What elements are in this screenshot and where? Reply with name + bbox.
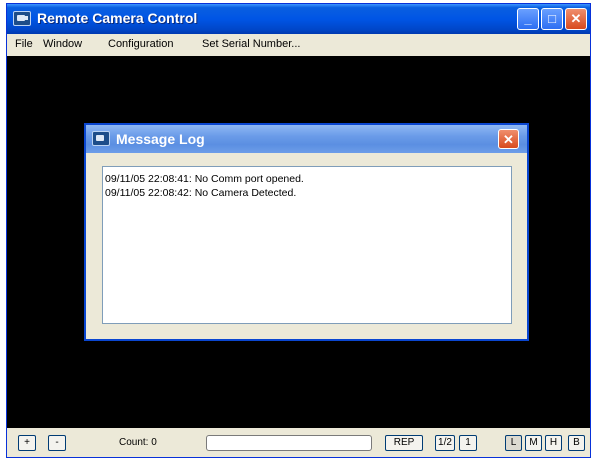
log-line: 09/11/05 22:08:41: No Comm port opened. bbox=[105, 173, 304, 185]
window-title: Remote Camera Control bbox=[37, 10, 198, 26]
close-button[interactable]: ✕ bbox=[565, 8, 587, 30]
menu-window[interactable]: Window bbox=[43, 38, 82, 50]
menu-configuration[interactable]: Configuration bbox=[108, 38, 173, 50]
b-button[interactable]: B bbox=[568, 435, 585, 451]
message-log-dialog: Message Log ✕ 09/11/05 22:08:41: No Comm… bbox=[84, 123, 529, 341]
main-window: Remote Camera Control _ □ ✕ File Window … bbox=[6, 3, 591, 458]
count-label: Count: 0 bbox=[119, 437, 157, 448]
app-camera-icon bbox=[13, 11, 31, 26]
dialog-title-bar[interactable]: Message Log ✕ bbox=[86, 125, 527, 153]
title-bar[interactable]: Remote Camera Control _ □ ✕ bbox=[7, 4, 590, 34]
status-bar: + - Count: 0 REP 1/2 1 L M H B bbox=[7, 428, 590, 457]
message-log-textarea[interactable]: 09/11/05 22:08:41: No Comm port opened. … bbox=[102, 166, 512, 324]
m-button[interactable]: M bbox=[525, 435, 542, 451]
half-button[interactable]: 1/2 bbox=[435, 435, 455, 451]
menu-set-serial-number[interactable]: Set Serial Number... bbox=[202, 38, 300, 50]
h-button[interactable]: H bbox=[545, 435, 562, 451]
log-line: 09/11/05 22:08:42: No Camera Detected. bbox=[105, 187, 297, 199]
menu-bar: File Window Configuration Set Serial Num… bbox=[7, 34, 590, 56]
progress-bar bbox=[206, 435, 372, 451]
l-button[interactable]: L bbox=[505, 435, 522, 451]
maximize-button[interactable]: □ bbox=[541, 8, 563, 30]
minus-button[interactable]: - bbox=[48, 435, 66, 451]
video-area: Message Log ✕ 09/11/05 22:08:41: No Comm… bbox=[7, 56, 590, 428]
dialog-camera-icon bbox=[92, 131, 110, 146]
dialog-title: Message Log bbox=[116, 131, 205, 147]
plus-button[interactable]: + bbox=[18, 435, 36, 451]
dialog-close-button[interactable]: ✕ bbox=[498, 129, 519, 149]
rep-button[interactable]: REP bbox=[385, 435, 423, 451]
menu-file[interactable]: File bbox=[15, 38, 33, 50]
minimize-button[interactable]: _ bbox=[517, 8, 539, 30]
one-button[interactable]: 1 bbox=[459, 435, 477, 451]
